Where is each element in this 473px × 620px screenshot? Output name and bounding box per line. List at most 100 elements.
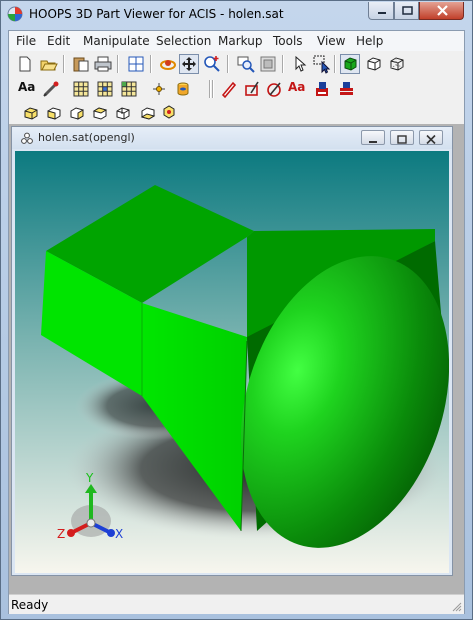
print-button[interactable]: [93, 54, 113, 74]
menu-markup[interactable]: Markup: [218, 34, 262, 48]
left-view-icon: [92, 107, 108, 120]
minimize-icon: [369, 141, 377, 143]
menu-manipulate[interactable]: Manipulate: [83, 34, 150, 48]
markup-layers-icon: [340, 82, 353, 95]
wireframe-cube-icon: [367, 57, 381, 71]
resize-grip-icon[interactable]: [452, 602, 462, 612]
zoom-button[interactable]: [202, 54, 222, 74]
markup-rectangle-button[interactable]: [242, 79, 262, 99]
mdi-workspace: holen.sat(opengl) Y X Z: [9, 124, 464, 594]
grid-button[interactable]: [71, 79, 91, 99]
maximize-button[interactable]: [394, 2, 419, 20]
grid-alt-button[interactable]: [119, 79, 139, 99]
toolbar-separator: [63, 55, 65, 73]
front-view-icon: [47, 107, 61, 120]
axis-x-label: X: [115, 527, 123, 541]
new-button[interactable]: [15, 54, 35, 74]
window-title: HOOPS 3D Part Viewer for ACIS - holen.sa…: [29, 7, 284, 21]
document-maximize-button[interactable]: [390, 130, 414, 145]
menu-help[interactable]: Help: [356, 34, 383, 48]
back-view-icon: [70, 107, 84, 120]
grid-fill-button[interactable]: [95, 79, 115, 99]
close-button[interactable]: [419, 2, 464, 20]
toolbar-separator: [334, 55, 336, 73]
document-icon: [21, 132, 33, 144]
text-annotation-button[interactable]: Aa: [17, 79, 39, 99]
top-view-icon: [140, 107, 156, 120]
new-icon: [19, 56, 31, 72]
zoom-extents-button[interactable]: [258, 54, 278, 74]
back-view-button[interactable]: [67, 103, 87, 123]
pan-icon: [182, 57, 196, 71]
menu-selection[interactable]: Selection: [156, 34, 211, 48]
document-title-bar[interactable]: holen.sat(opengl): [12, 127, 452, 149]
select-area-button[interactable]: [312, 54, 332, 74]
minimize-icon: [378, 12, 386, 14]
menu-file[interactable]: File: [16, 34, 36, 48]
paste-button[interactable]: [71, 54, 91, 74]
view-lookup-icon: [163, 105, 175, 119]
iso-view-icon: [24, 107, 38, 120]
left-view-button[interactable]: [90, 103, 110, 123]
grid-icon: [73, 81, 89, 97]
open-button[interactable]: [39, 54, 59, 74]
shaded-button[interactable]: [340, 54, 360, 74]
markup-layers-button[interactable]: [337, 79, 357, 99]
document-window: holen.sat(opengl) Y X Z: [11, 126, 453, 576]
point-icon: [153, 83, 165, 95]
hidden-line-cube-icon: [390, 57, 404, 71]
maximize-icon: [397, 135, 407, 144]
toolbar-separator: [282, 55, 284, 73]
menu-view[interactable]: View: [317, 34, 345, 48]
select-button[interactable]: [290, 54, 310, 74]
measure-button[interactable]: [41, 79, 61, 99]
pan-button[interactable]: [179, 54, 199, 74]
cylinder-button[interactable]: [173, 79, 193, 99]
fit-view-button[interactable]: [126, 54, 146, 74]
open-icon: [40, 60, 58, 71]
orbit-button[interactable]: [158, 54, 178, 74]
minimize-button[interactable]: [368, 2, 394, 20]
markup-pen-button[interactable]: [219, 79, 239, 99]
close-icon: [437, 5, 448, 16]
orbit-icon: [160, 60, 176, 70]
3d-viewport[interactable]: Y X Z: [15, 151, 449, 573]
point-button[interactable]: [149, 79, 169, 99]
model-render: Y X Z: [15, 151, 449, 573]
markup-text-icon: Aa: [288, 80, 306, 94]
main-toolbar: [9, 52, 464, 76]
title-bar[interactable]: HOOPS 3D Part Viewer for ACIS - holen.sa…: [1, 1, 472, 29]
markup-save-button[interactable]: [313, 79, 333, 99]
iso-view-button[interactable]: [21, 103, 41, 123]
toolbar-separator: [150, 55, 152, 73]
zoom-extents-icon: [260, 56, 276, 72]
markup-circle-button[interactable]: [264, 79, 284, 99]
document-minimize-button[interactable]: [361, 130, 385, 145]
select-icon: [295, 55, 307, 72]
app-logo-icon: [7, 6, 23, 22]
status-text: Ready: [11, 598, 49, 612]
menu-bar: File Edit Manipulate Selection Markup To…: [9, 31, 464, 51]
select-area-icon: [313, 55, 331, 74]
paste-icon: [73, 57, 89, 72]
markup-circle-icon: [267, 82, 281, 97]
toolbar-separator: [209, 80, 211, 98]
grid-fill-icon: [97, 81, 113, 97]
menu-edit[interactable]: Edit: [47, 34, 70, 48]
hidden-line-button[interactable]: [387, 54, 407, 74]
wireframe-button[interactable]: [364, 54, 384, 74]
menu-tools[interactable]: Tools: [273, 34, 303, 48]
close-icon: [426, 134, 436, 145]
right-view-icon: [116, 107, 130, 120]
axis-z-label: Z: [57, 527, 65, 541]
zoom-window-button[interactable]: [236, 54, 256, 74]
top-view-button[interactable]: [138, 103, 158, 123]
right-view-button[interactable]: [113, 103, 133, 123]
toolbar-separator: [117, 55, 119, 73]
status-bar: Ready: [9, 594, 464, 614]
markup-text-button[interactable]: Aa: [287, 79, 309, 99]
view-lookup-button[interactable]: [159, 103, 179, 123]
measure-icon: [43, 81, 59, 97]
document-close-button[interactable]: [419, 130, 443, 145]
front-view-button[interactable]: [44, 103, 64, 123]
